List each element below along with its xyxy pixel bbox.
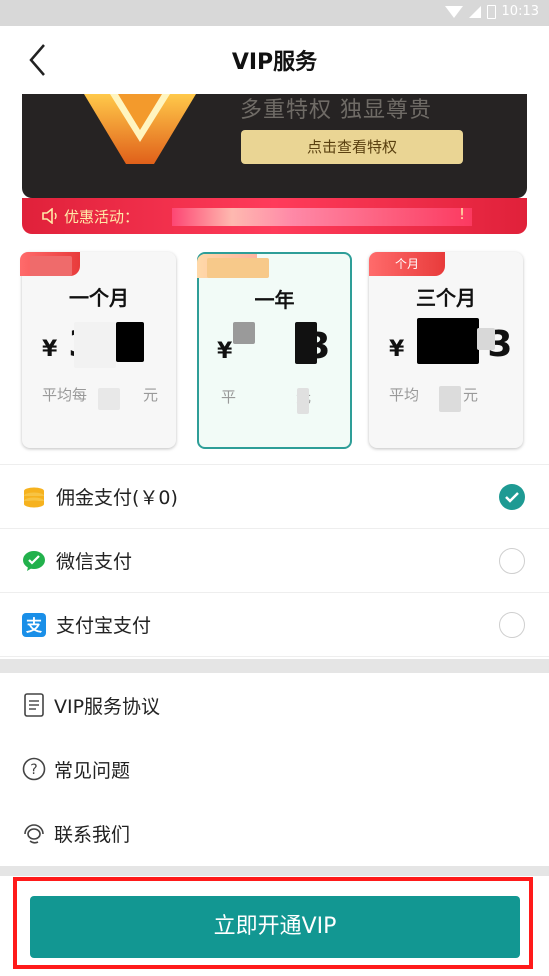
redacted-promo-text — [172, 208, 472, 226]
payment-option-alipay[interactable]: 支 支付宝支付 — [0, 593, 549, 657]
currency-symbol: ¥ — [217, 339, 234, 364]
plan-card-1-year[interactable]: 一年 ¥3 平元 — [197, 252, 352, 449]
payment-option-commission[interactable]: 佣金支付(￥0) — [0, 465, 549, 529]
status-time: 10:13 — [501, 4, 539, 19]
currency-symbol: ¥ — [42, 337, 59, 362]
redacted-price — [417, 318, 479, 364]
vip-crown-logo-icon — [84, 94, 196, 164]
plan-name: 三个月 — [416, 286, 476, 310]
document-icon — [22, 693, 46, 717]
svg-text:支: 支 — [25, 616, 43, 635]
link-contact-us[interactable]: 联系我们 — [0, 801, 549, 865]
promo-bar: 优惠活动： ! — [22, 198, 527, 234]
status-icons: 10:13 — [444, 4, 539, 19]
plan-name: 一年 — [254, 288, 295, 312]
plan-average-prefix: 平均 — [389, 386, 420, 404]
section-separator — [0, 659, 549, 673]
plan-average-prefix: 平 — [221, 388, 237, 406]
plan-tag: 个月 — [369, 252, 445, 276]
open-vip-button[interactable]: 立即开通VIP — [30, 896, 520, 958]
currency-symbol: ¥ — [389, 337, 406, 362]
link-faq[interactable]: ? 常见问题 — [0, 737, 549, 801]
nav-bar: VIP服务 — [0, 26, 549, 94]
link-label: 常见问题 — [54, 759, 131, 782]
plan-options: 月 一个月 ¥3 平均每元 一年 ¥3 平元 个月 三个月 — [20, 252, 527, 452]
plan-name: 一个月 — [69, 286, 129, 310]
radio-unchecked[interactable] — [499, 611, 525, 638]
headset-icon — [22, 821, 46, 845]
checkmark-icon — [505, 491, 519, 503]
coin-stack-icon — [22, 485, 46, 509]
vip-banner: 多重特权 独显尊贵 点击查看特权 优惠活动： ! — [22, 94, 527, 234]
payment-label: 微信支付 — [56, 551, 133, 573]
promo-label: 优惠活动： — [64, 207, 140, 226]
redacted-price — [477, 328, 495, 350]
speaker-icon — [42, 208, 57, 224]
payment-option-wechat[interactable]: 微信支付 — [0, 529, 549, 593]
plan-average-suffix: 元 — [143, 386, 159, 404]
radio-checked[interactable] — [499, 483, 525, 510]
section-separator — [0, 866, 549, 876]
signal-icon — [468, 5, 481, 18]
redacted-price — [233, 322, 255, 344]
status-bar: 10:13 — [0, 0, 549, 26]
alipay-icon: 支 — [22, 612, 46, 637]
redacted-price — [74, 322, 116, 368]
wechat-icon — [22, 549, 46, 573]
view-privileges-button[interactable]: 点击查看特权 — [241, 130, 463, 164]
plan-tag-text: 个月 — [395, 257, 420, 271]
redacted-tag — [30, 256, 72, 276]
wifi-icon — [444, 5, 463, 18]
link-label: VIP服务协议 — [54, 695, 161, 718]
banner-background: 多重特权 独显尊贵 点击查看特权 — [22, 94, 527, 198]
banner-slogan: 多重特权 独显尊贵 — [240, 98, 432, 123]
link-label: 联系我们 — [54, 823, 131, 846]
redacted-tag — [207, 258, 269, 278]
page-title: VIP服务 — [231, 50, 318, 75]
payment-label: 佣金支付(￥0) — [56, 487, 178, 509]
promo-end: ! — [459, 205, 466, 223]
svg-text:?: ? — [30, 762, 37, 778]
plan-average-prefix: 平均每 — [42, 386, 88, 404]
plan-average: 平均 元 — [389, 384, 478, 405]
plan-average-suffix: 元 — [463, 386, 479, 404]
question-icon: ? — [22, 757, 46, 781]
link-vip-agreement[interactable]: VIP服务协议 — [0, 673, 549, 737]
battery-icon — [486, 4, 496, 19]
radio-unchecked[interactable] — [499, 547, 525, 574]
redacted-average — [98, 388, 120, 410]
plan-card-3-months[interactable]: 个月 三个月 ¥3 平均元 — [369, 252, 523, 448]
redacted-price — [295, 322, 317, 364]
plan-card-1-month[interactable]: 月 一个月 ¥3 平均每元 — [20, 252, 176, 448]
redacted-price — [116, 322, 144, 362]
payment-label: 支付宝支付 — [56, 615, 152, 637]
redacted-average — [297, 388, 309, 414]
redacted-average — [439, 386, 461, 412]
